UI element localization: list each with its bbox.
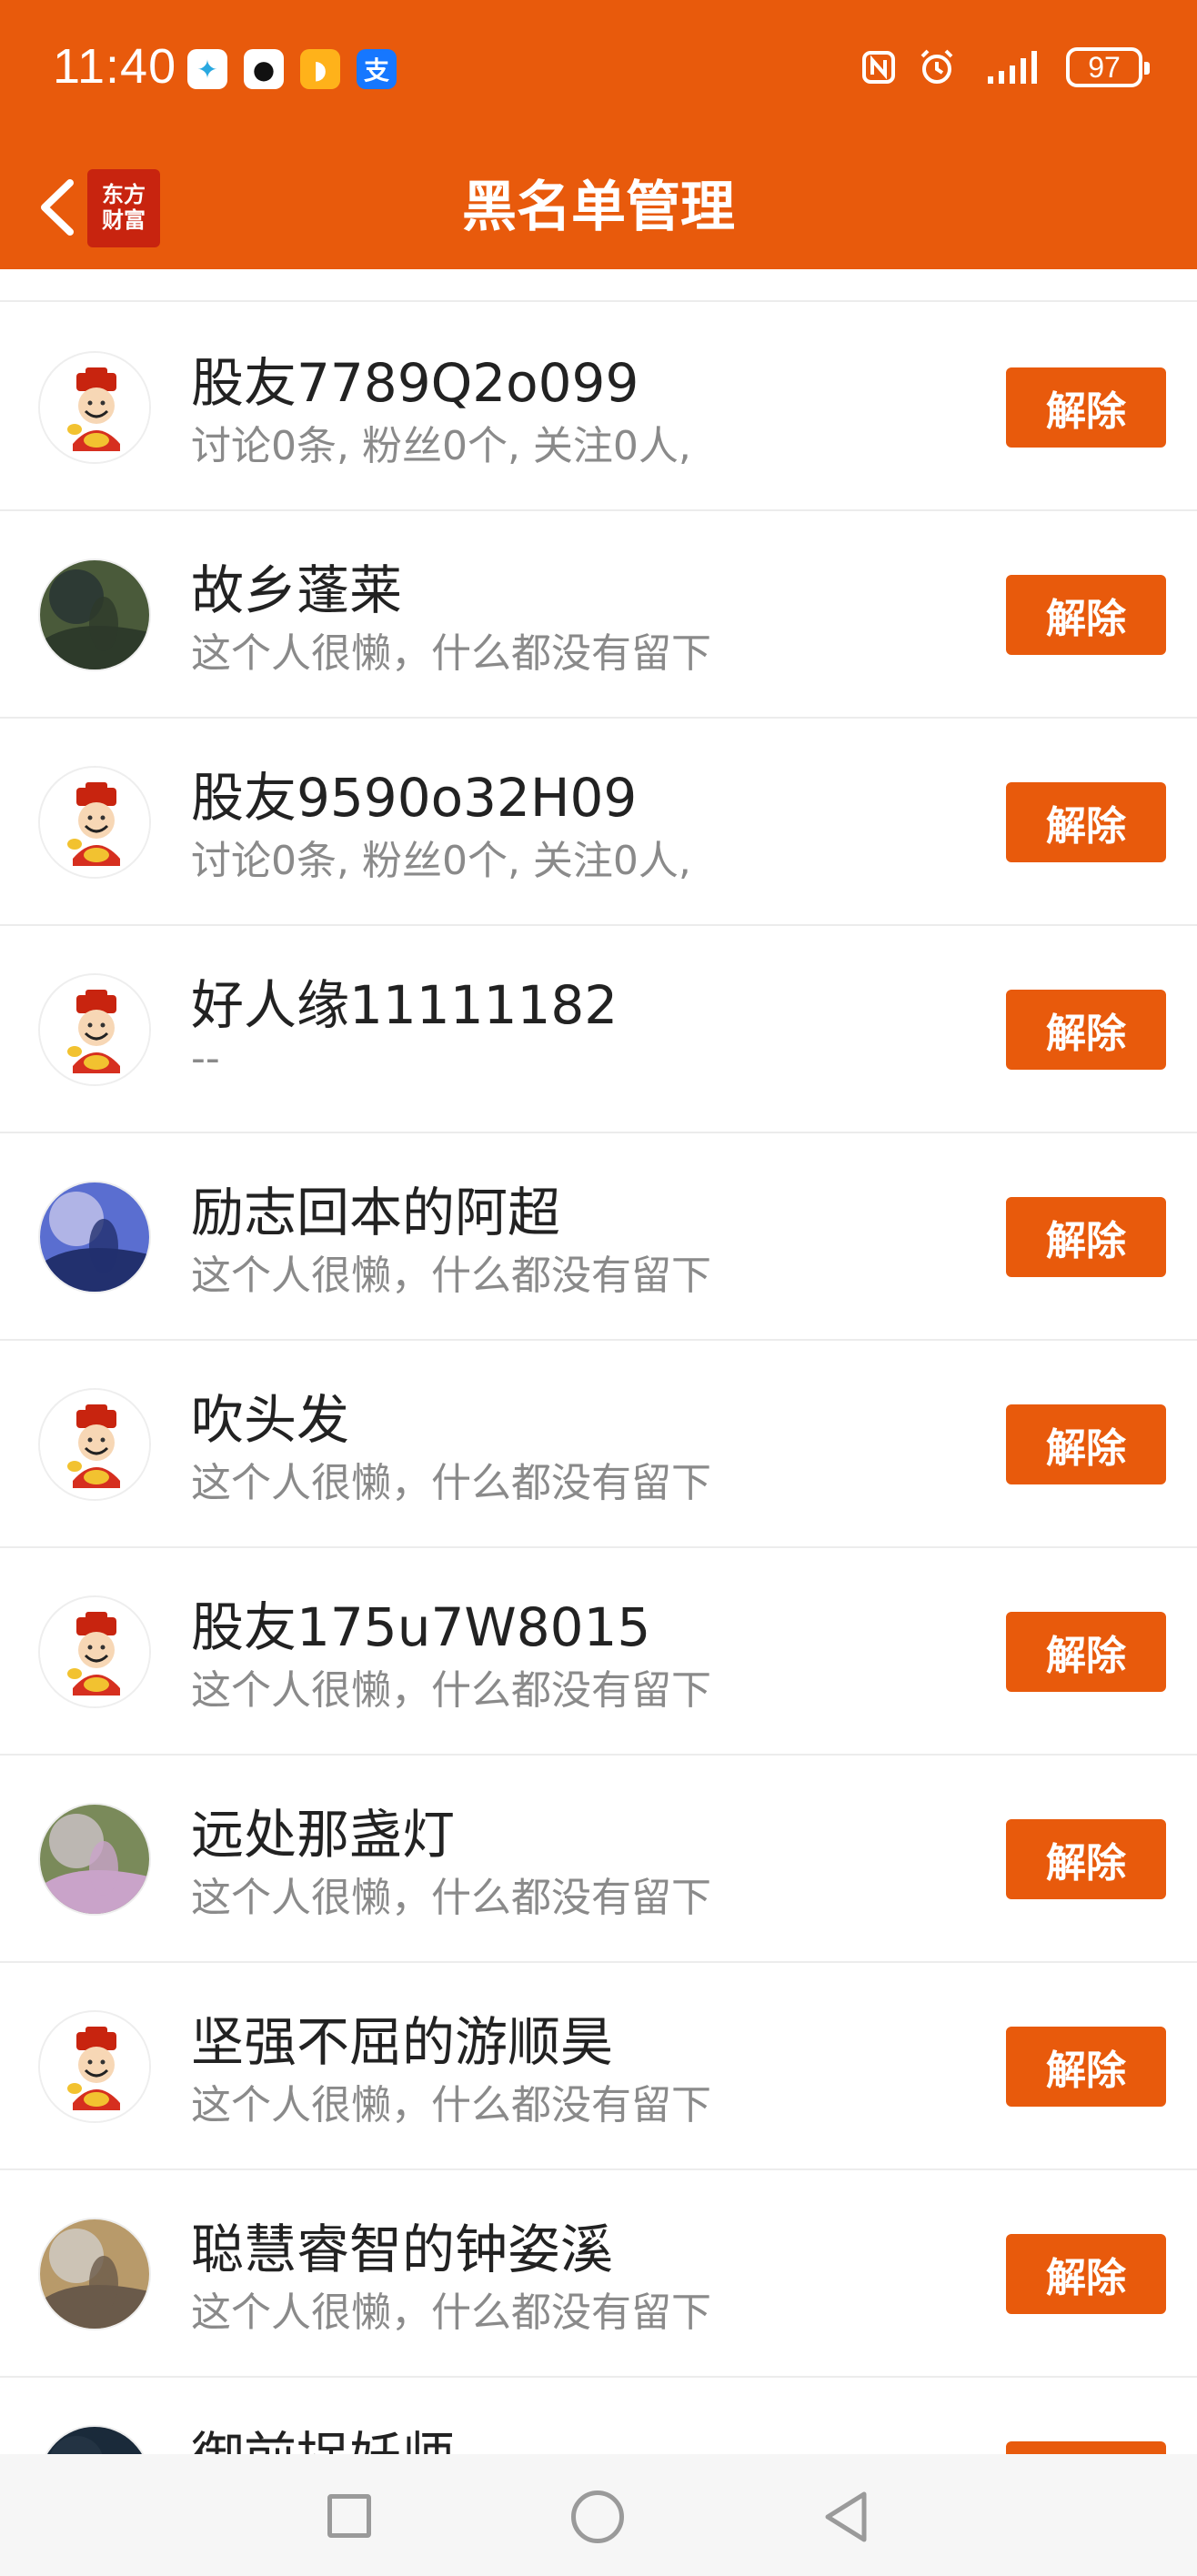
avatar[interactable] xyxy=(38,351,151,464)
colorful-app-icon: ✦ xyxy=(187,49,227,89)
unblock-button[interactable]: 解除 xyxy=(1006,1612,1166,1692)
unblock-button[interactable]: 解除 xyxy=(1006,990,1166,1070)
user-name[interactable]: 励志回本的阿超 xyxy=(191,1170,560,1246)
user-description: 这个人很懒，什么都没有留下 xyxy=(191,1460,711,1506)
list-item[interactable]: 好人缘11111182 -- 解除 xyxy=(0,926,1197,1133)
list-item[interactable]: 御前捉妖师解除 xyxy=(0,2378,1197,2454)
blacklist: 股友7789Q2o099 讨论0条, 粉丝0个, 关注0人, 解除 故乡蓬莱 这个人很懒… xyxy=(0,269,1197,2454)
list-item[interactable]: 股友9590o32H09 讨论0条, 粉丝0个, 关注0人, 解除 xyxy=(0,719,1197,926)
system-back-button[interactable] xyxy=(819,2489,873,2545)
unblock-button[interactable]: 解除 xyxy=(1006,575,1166,655)
avatar[interactable] xyxy=(38,2010,151,2123)
status-bar: 11:40 ✦ ● ◗ 支 97 xyxy=(0,0,1197,146)
list-item[interactable]: 远处那盏灯这个人很懒，什么都没有留下 解除 xyxy=(0,1756,1197,1963)
avatar[interactable] xyxy=(38,1803,151,1916)
alarm-icon xyxy=(917,47,957,87)
app-header: 11:40 ✦ ● ◗ 支 97 东方 财富 黑名单管理 xyxy=(0,0,1197,269)
user-description: 讨论0条, 粉丝0个, 关注0人, xyxy=(191,423,691,469)
user-name[interactable]: 聪慧睿智的钟姿溪 xyxy=(191,2207,613,2283)
notification-app-icons: ✦ ● ◗ 支 xyxy=(187,49,397,89)
user-name[interactable]: 坚强不屈的游顺昊 xyxy=(191,1999,613,2076)
unblock-button[interactable]: 解除 xyxy=(1006,782,1166,862)
unblock-button[interactable]: 解除 xyxy=(1006,2234,1166,2314)
user-description: 讨论0条, 粉丝0个, 关注0人, xyxy=(191,838,691,884)
home-button[interactable] xyxy=(571,2490,624,2543)
list-item[interactable]: 坚强不屈的游顺昊这个人很懒，什么都没有留下 解除 xyxy=(0,1963,1197,2170)
avatar[interactable] xyxy=(38,766,151,879)
user-name[interactable]: 吹头发 xyxy=(191,1377,349,1454)
list-item[interactable]: 股友7789Q2o099 讨论0条, 粉丝0个, 关注0人, 解除 xyxy=(0,304,1197,511)
nav-bar: 东方 财富 黑名单管理 xyxy=(0,146,1197,269)
qq-icon: ● xyxy=(244,49,284,89)
list-item[interactable]: 故乡蓬莱这个人很懒，什么都没有留下 解除 xyxy=(0,511,1197,719)
avatar[interactable] xyxy=(38,973,151,1086)
list-item[interactable]: 股友175u7W8015 这个人很懒，什么都没有留下 解除 xyxy=(0,1548,1197,1756)
avatar[interactable] xyxy=(38,558,151,671)
unblock-button[interactable]: 解除 xyxy=(1006,1197,1166,1277)
list-item[interactable]: 吹头发这个人很懒，什么都没有留下 解除 xyxy=(0,1341,1197,1548)
page-title: 黑名单管理 xyxy=(462,176,735,239)
signal-icon xyxy=(975,47,1048,87)
user-name[interactable]: 股友9590o32H09 xyxy=(191,755,637,831)
status-time: 11:40 xyxy=(53,39,177,94)
alipay-icon: 支 xyxy=(357,49,397,89)
user-name[interactable]: 故乡蓬莱 xyxy=(191,548,402,624)
unblock-button[interactable]: 解除 xyxy=(1006,2027,1166,2107)
user-name[interactable]: 股友7789Q2o099 xyxy=(191,340,639,417)
avatar[interactable] xyxy=(38,2425,151,2454)
unblock-button[interactable]: 解除 xyxy=(1006,1819,1166,1899)
user-name[interactable]: 股友175u7W8015 xyxy=(191,1585,650,1661)
user-name[interactable]: 御前捉妖师 xyxy=(191,2414,455,2454)
recent-apps-button[interactable] xyxy=(327,2494,371,2538)
nfc-icon xyxy=(859,47,899,87)
list-item[interactable]: 励志回本的阿超这个人很懒，什么都没有留下 解除 xyxy=(0,1133,1197,1341)
avatar[interactable] xyxy=(38,1595,151,1708)
avatar[interactable] xyxy=(38,1181,151,1293)
system-nav-bar xyxy=(0,2454,1197,2576)
avatar[interactable] xyxy=(38,1388,151,1501)
user-description: 这个人很懒，什么都没有留下 xyxy=(191,1875,711,1921)
user-description: -- xyxy=(191,1035,220,1082)
orange-app-icon: ◗ xyxy=(300,49,340,89)
user-name[interactable]: 远处那盏灯 xyxy=(191,1792,455,1868)
user-name[interactable]: 好人缘11111182 xyxy=(191,962,618,1039)
user-description: 这个人很懒，什么都没有留下 xyxy=(191,2082,711,2128)
user-description: 这个人很懒，什么都没有留下 xyxy=(191,2289,711,2336)
avatar[interactable] xyxy=(38,2218,151,2330)
unblock-button[interactable]: 解除 xyxy=(1006,1404,1166,1484)
battery-icon: 97 xyxy=(1066,47,1150,87)
unblock-button[interactable]: 解除 xyxy=(1006,2441,1166,2454)
user-description: 这个人很懒，什么都没有留下 xyxy=(191,1253,711,1299)
list-item[interactable]: 聪慧睿智的钟姿溪这个人很懒，什么都没有留下 解除 xyxy=(0,2170,1197,2378)
user-description: 这个人很懒，什么都没有留下 xyxy=(191,1667,711,1714)
unblock-button[interactable]: 解除 xyxy=(1006,367,1166,448)
user-description: 这个人很懒，什么都没有留下 xyxy=(191,630,711,677)
status-indicators: 97 xyxy=(859,47,1150,87)
divider xyxy=(0,300,1197,302)
